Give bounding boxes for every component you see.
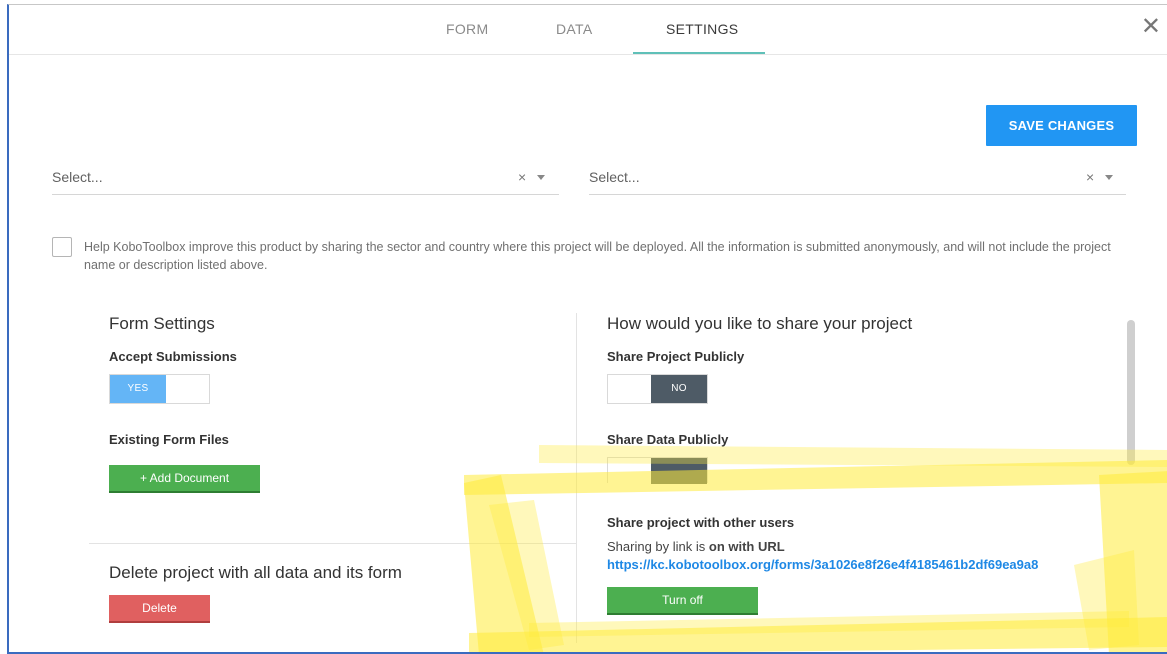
help-text: Help KoboToolbox improve this product by… <box>84 240 1111 272</box>
tab-bar: FORM DATA SETTINGS ✕ <box>9 5 1167 55</box>
link-sharing-status: Sharing by link is on with URL <box>607 539 785 554</box>
share-data-publicly-label: Share Data Publicly <box>607 432 729 447</box>
tab-settings[interactable]: SETTINGS <box>666 21 738 37</box>
existing-form-files-label: Existing Form Files <box>109 432 229 447</box>
chevron-down-icon[interactable] <box>1105 175 1113 180</box>
toggle-no-segment <box>651 458 707 484</box>
link-sharing-prefix: Sharing by link is <box>607 539 709 554</box>
share-data-publicly-toggle[interactable] <box>607 457 708 484</box>
toggle-no-segment: NO <box>651 375 707 403</box>
delete-project-title: Delete project with all data and its for… <box>109 563 402 582</box>
sector-select-placeholder: Select... <box>52 169 103 185</box>
sector-select[interactable]: Select... × <box>52 165 559 195</box>
tab-form[interactable]: FORM <box>446 21 488 37</box>
project-settings-modal: FORM DATA SETTINGS ✕ SAVE CHANGES Select… <box>7 4 1167 654</box>
form-settings-title: Form Settings <box>109 314 215 333</box>
link-sharing-status-bold: on with URL <box>708 539 785 554</box>
share-project-publicly-label: Share Project Publicly <box>607 349 745 364</box>
add-document-button[interactable]: + Add Document <box>109 465 260 493</box>
country-select[interactable]: Select... × <box>589 165 1126 195</box>
turn-off-button[interactable]: Turn off <box>607 587 758 615</box>
clear-sector-icon[interactable]: × <box>518 169 526 185</box>
accept-submissions-label: Accept Submissions <box>109 349 237 364</box>
clear-country-icon[interactable]: × <box>1086 169 1094 185</box>
chevron-down-icon[interactable] <box>537 175 545 180</box>
save-changes-button[interactable]: SAVE CHANGES <box>986 105 1137 146</box>
delete-button[interactable]: Delete <box>109 595 210 623</box>
accept-submissions-toggle[interactable]: YES <box>109 374 210 404</box>
help-checkbox[interactable] <box>52 237 72 257</box>
share-url-link[interactable]: https://kc.kobotoolbox.org/forms/3a1026e… <box>607 557 1038 572</box>
toggle-yes-segment: YES <box>110 375 166 403</box>
share-with-users-label: Share project with other users <box>607 515 795 530</box>
sharing-title: How would you like to share your project <box>607 314 913 333</box>
column-divider <box>576 313 577 643</box>
share-project-publicly-toggle[interactable]: NO <box>607 374 708 404</box>
country-select-placeholder: Select... <box>589 169 640 185</box>
section-divider <box>89 543 576 544</box>
scrollbar-thumb[interactable] <box>1127 320 1135 465</box>
close-icon[interactable]: ✕ <box>1141 15 1161 39</box>
active-tab-indicator <box>633 52 765 54</box>
tab-data[interactable]: DATA <box>556 21 592 37</box>
